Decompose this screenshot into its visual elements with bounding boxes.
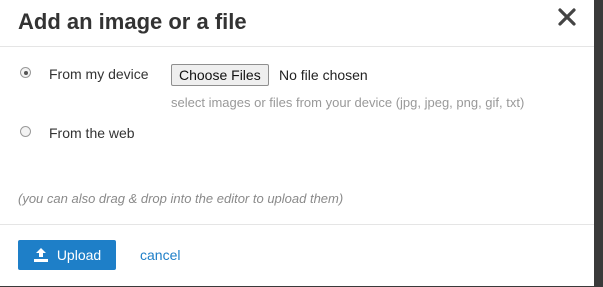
close-icon bbox=[558, 8, 576, 26]
close-button[interactable] bbox=[556, 6, 578, 28]
add-file-dialog: Add an image or a file From my device Ch… bbox=[0, 0, 594, 286]
from-device-label[interactable]: From my device bbox=[49, 66, 149, 82]
dialog-footer: Upload cancel bbox=[0, 225, 594, 287]
upload-icon bbox=[33, 248, 48, 262]
from-web-label[interactable]: From the web bbox=[49, 125, 135, 141]
file-status-text: No file chosen bbox=[279, 67, 368, 83]
cancel-link[interactable]: cancel bbox=[140, 247, 180, 263]
dialog-body: From my device Choose Files No file chos… bbox=[0, 47, 594, 225]
dialog-title: Add an image or a file bbox=[18, 9, 247, 34]
upload-button-label: Upload bbox=[56, 247, 102, 263]
dialog-header: Add an image or a file bbox=[0, 0, 594, 47]
upload-button[interactable]: Upload bbox=[18, 240, 116, 270]
drag-drop-note: (you can also drag & drop into the edito… bbox=[18, 191, 344, 206]
choose-files-button[interactable]: Choose Files bbox=[171, 64, 269, 86]
from-web-radio[interactable] bbox=[20, 126, 31, 137]
file-type-hint: select images or files from your device … bbox=[171, 95, 525, 110]
from-device-radio[interactable] bbox=[20, 67, 31, 78]
